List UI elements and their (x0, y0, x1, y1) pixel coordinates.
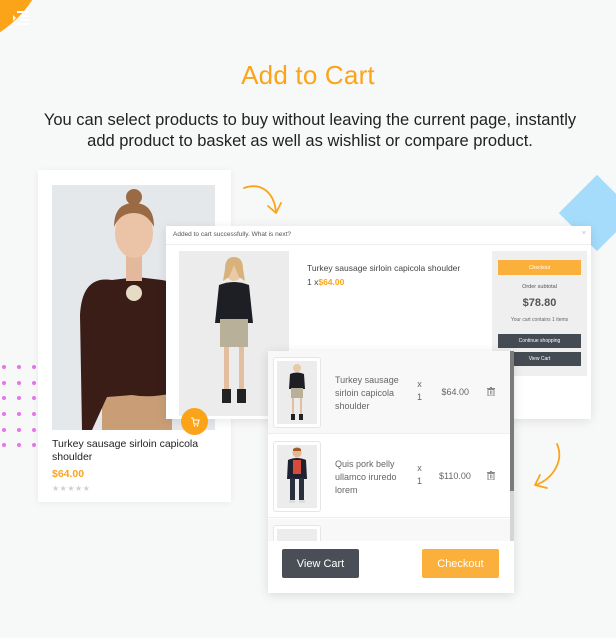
cart-item: Quis pork belly ullamco iruredo lorem x1… (268, 435, 510, 518)
quantity: 1 (417, 392, 423, 402)
cart-item: Turkey sausage sirloin capicola shoulder… (268, 351, 510, 434)
dot-pattern (2, 365, 38, 447)
corner-decoration (0, 0, 50, 50)
mini-cart: Turkey sausage sirloin capicola shoulder… (268, 351, 514, 593)
trash-icon[interactable] (487, 387, 495, 396)
cart-item-partial (268, 519, 510, 541)
trash-icon[interactable] (487, 471, 495, 480)
curved-arrow-icon (534, 443, 561, 489)
subtotal-label: Order subtotal (522, 284, 557, 290)
times-sign: x (417, 463, 422, 473)
model-figure-icon (289, 364, 305, 420)
cart-item-name[interactable]: Turkey sausage sirloin capicola shoulder (335, 374, 405, 413)
subtotal-value: $78.80 (522, 297, 557, 309)
cart-icon (190, 417, 200, 427)
quantity: 1 (417, 476, 423, 486)
add-to-cart-button[interactable] (181, 408, 208, 435)
continue-shopping-button[interactable]: Continue shopping (498, 334, 581, 348)
cart-item-qty: x1 (417, 462, 422, 488)
close-icon[interactable]: × (582, 230, 586, 237)
popup-checkout-button[interactable]: Checkout (498, 260, 581, 275)
curved-arrow-icon (243, 185, 282, 214)
mini-cart-footer: View Cart Checkout (268, 541, 514, 593)
model-figure-icon (287, 447, 307, 503)
cart-count-text: Your cart contains 1 items (510, 317, 569, 323)
cart-item-thumbnail[interactable] (273, 357, 321, 428)
cart-item-thumbnail[interactable] (273, 525, 321, 541)
cart-item-qty: x1 (417, 378, 422, 404)
checkout-button[interactable]: Checkout (422, 549, 499, 578)
mini-cart-list: Turkey sausage sirloin capicola shoulder… (268, 351, 510, 541)
rating-stars-icon: ★★★★★ (52, 484, 91, 493)
view-cart-button[interactable]: View Cart (282, 549, 359, 578)
product-name[interactable]: Turkey sausage sirloin capicola shoulder (52, 438, 222, 464)
times-sign: x (417, 379, 422, 389)
quantity-text: 1 x (307, 277, 319, 287)
product-price: $64.00 (52, 468, 85, 480)
cart-item-name[interactable]: Quis pork belly ullamco iruredo lorem (335, 458, 405, 497)
popup-header: Added to cart successfully. What is next… (166, 226, 591, 245)
page-title: Add to Cart (241, 60, 375, 90)
menu-indent-icon[interactable] (13, 11, 29, 25)
cart-item-price: $110.00 (439, 471, 471, 481)
cart-item-thumbnail[interactable] (273, 441, 321, 512)
cart-item-price: $64.00 (441, 387, 469, 397)
popup-product-name: Turkey sausage sirloin capicola shoulder (307, 263, 461, 273)
popup-price: $64.00 (318, 277, 345, 287)
popup-quantity: 1 x$64.00 (307, 277, 344, 287)
page-subtitle: You can select products to buy without l… (43, 111, 577, 150)
popup-message: Added to cart successfully. What is next… (173, 231, 292, 238)
scrollbar-thumb[interactable] (510, 351, 514, 491)
